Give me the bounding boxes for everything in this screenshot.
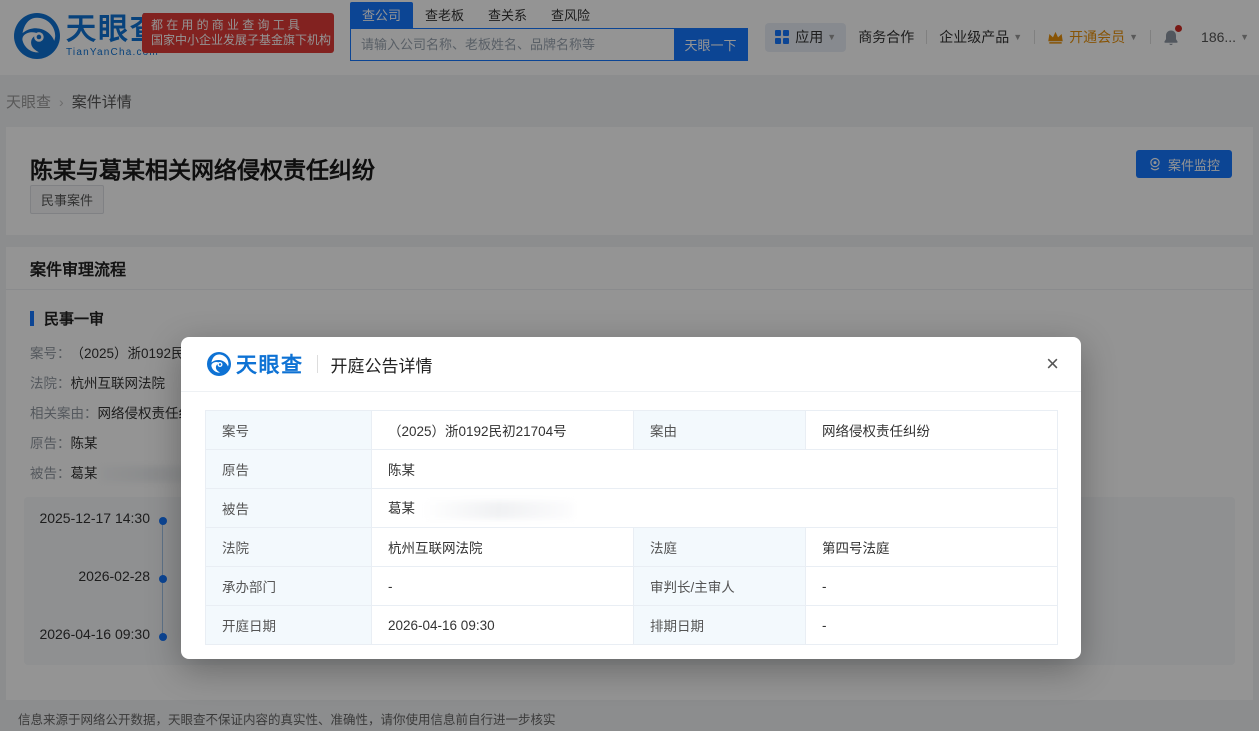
cell-value: - [805,605,1058,645]
redacted-text-block [422,500,573,519]
table-row: 开庭日期 2026-04-16 09:30 排期日期 - [205,605,1058,645]
cell-label: 法庭 [633,527,806,567]
divider [316,355,318,373]
cell-value: - [371,566,634,606]
hearing-detail-table: 案号 （2025）浙0192民初21704号 案由 网络侵权责任纠纷 原告 陈某… [205,410,1058,645]
cell-value: （2025）浙0192民初21704号 [371,410,634,450]
cell-value: 陈某 [371,449,1058,489]
table-row: 被告 葛某 [205,488,1058,528]
cell-label: 排期日期 [633,605,806,645]
table-row: 案号 （2025）浙0192民初21704号 案由 网络侵权责任纠纷 [205,410,1058,450]
cell-value: 第四号法庭 [805,527,1058,567]
cell-label: 审判长/主审人 [633,566,806,606]
cell-label: 原告 [205,449,372,489]
cell-value: 杭州互联网法院 [371,527,634,567]
defendant-name[interactable]: 葛某 [388,501,415,516]
cell-label: 承办部门 [205,566,372,606]
cell-label: 法院 [205,527,372,567]
hearing-announcement-modal: 天眼查 开庭公告详情 × 案号 （2025）浙0192民初21704号 案由 网… [181,337,1081,659]
cell-value: 网络侵权责任纠纷 [805,410,1058,450]
tianyancha-swirl-icon [207,352,231,376]
modal-logo-text: 天眼查 [236,354,304,377]
cell-label: 开庭日期 [205,605,372,645]
plaintiff-name[interactable]: 陈某 [388,463,415,478]
table-row: 原告 陈某 [205,449,1058,489]
cell-value: 葛某 [371,488,1058,528]
table-row: 承办部门 - 审判长/主审人 - [205,566,1058,606]
table-row: 法院 杭州互联网法院 法庭 第四号法庭 [205,527,1058,567]
modal-title: 开庭公告详情 [330,356,433,376]
cell-label: 案号 [205,410,372,450]
cell-value: 2026-04-16 09:30 [371,605,634,645]
cell-label: 案由 [633,410,806,450]
cell-label: 被告 [205,488,372,528]
close-icon[interactable]: × [1046,353,1059,375]
modal-header: 天眼查 开庭公告详情 × [181,337,1081,392]
cell-value: - [805,566,1058,606]
